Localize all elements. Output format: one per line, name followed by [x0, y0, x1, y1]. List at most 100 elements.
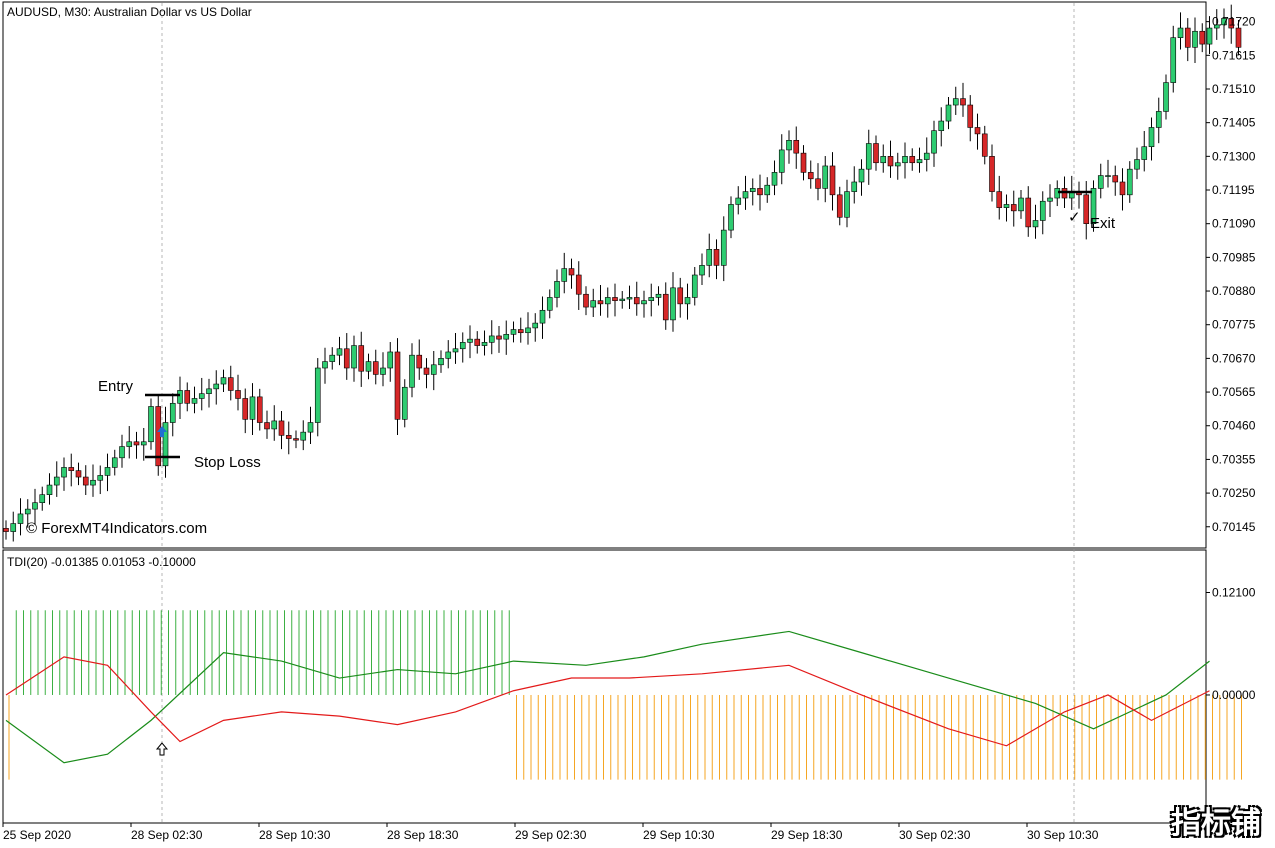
- copyright-text: © ForexMT4Indicators.com: [26, 520, 207, 537]
- bull-candle-body: [1155, 111, 1162, 128]
- bull-candle-body: [503, 334, 510, 340]
- bull-candle-body: [351, 345, 357, 369]
- bear-candle-body: [887, 156, 894, 167]
- bull-candle-body: [206, 388, 212, 394]
- bull-candle-body: [670, 287, 676, 321]
- bull-candle-body: [844, 191, 850, 218]
- bear-candle-body: [1010, 204, 1017, 212]
- bear-candle-body: [285, 435, 292, 439]
- y-tick-label: 0.71615: [1212, 48, 1256, 62]
- bull-candle-body: [401, 386, 408, 420]
- bull-candle-body: [938, 120, 945, 131]
- bull-candle-body: [691, 274, 698, 298]
- bear-candle-body: [1199, 30, 1206, 45]
- bear-candle-body: [793, 140, 800, 154]
- bull-candle-body: [17, 513, 24, 524]
- bear-candle-body: [960, 98, 966, 106]
- bear-candle-body: [815, 178, 821, 189]
- bear-candle-body: [583, 293, 589, 308]
- bull-candle-body: [39, 494, 46, 504]
- bull-candle-body: [945, 104, 952, 122]
- bull-candle-body: [894, 162, 901, 167]
- bear-candle-body: [227, 377, 234, 391]
- bear-candle-body: [133, 441, 140, 446]
- y-tick-label: 0.70250: [1212, 486, 1256, 500]
- bull-candle-body: [952, 98, 959, 106]
- bull-candle-body: [735, 197, 742, 205]
- bear-candle-body: [1184, 27, 1191, 48]
- bull-candle-body: [699, 265, 705, 276]
- bear-candle-body: [358, 345, 365, 372]
- bull-candle-body: [380, 367, 386, 375]
- x-tick-label: 28 Sep 10:30: [259, 828, 331, 842]
- y-tick-label: 0.70880: [1212, 284, 1256, 298]
- bull-candle-body: [539, 309, 546, 324]
- bull-candle-body: [409, 354, 415, 388]
- bull-candle-body: [336, 348, 343, 356]
- bear-candle-body: [996, 191, 1003, 208]
- check-icon: ✓: [1068, 209, 1081, 226]
- bull-candle-body: [1148, 127, 1155, 148]
- bear-candle-body: [293, 438, 299, 441]
- bull-candle-body: [452, 348, 459, 353]
- bull-candle-body: [764, 184, 771, 196]
- x-tick-label: 25 Sep 2020: [3, 828, 71, 842]
- bull-candle-body: [771, 172, 778, 186]
- bull-candle-body: [322, 361, 328, 369]
- bull-candle-body: [931, 130, 937, 154]
- bull-candle-body: [923, 152, 930, 160]
- bull-candle-body: [641, 300, 647, 305]
- stop-loss-label: Stop Loss: [194, 454, 261, 471]
- y-tick-label: 0.71510: [1212, 82, 1256, 96]
- y-tick-label: 0.71300: [1212, 149, 1256, 163]
- bull-candle-body: [97, 475, 104, 481]
- bear-candle-body: [3, 528, 9, 532]
- bull-candle-body: [387, 351, 394, 369]
- bull-candle-body: [271, 420, 278, 430]
- bull-candle-body: [177, 390, 183, 404]
- bear-candle-body: [967, 104, 974, 128]
- y-tick-label: 0.71090: [1212, 217, 1256, 231]
- bull-candle-body: [53, 476, 60, 486]
- bull-candle-body: [546, 297, 553, 311]
- bull-candle-body: [438, 358, 444, 366]
- bear-candle-body: [264, 422, 270, 430]
- x-tick-label: 29 Sep 10:30: [643, 828, 715, 842]
- bull-candle-body: [1105, 175, 1111, 177]
- bear-candle-body: [474, 338, 481, 346]
- bull-candle-body: [684, 297, 691, 305]
- bull-candle-body: [851, 181, 858, 192]
- bull-candle-body: [61, 467, 67, 478]
- bear-candle-body: [677, 287, 684, 305]
- bull-candle-body: [220, 377, 227, 385]
- bull-candle-body: [467, 338, 473, 343]
- bear-candle-body: [597, 300, 604, 305]
- bull-candle-body: [249, 396, 256, 420]
- bear-candle-body: [568, 268, 575, 276]
- bear-candle-body: [633, 297, 640, 305]
- bull-candle-body: [169, 402, 176, 423]
- bull-candle-body: [119, 446, 125, 459]
- bull-candle-body: [329, 354, 336, 362]
- bull-candle-body: [148, 406, 154, 443]
- bull-candle-body: [619, 298, 626, 301]
- bull-candle-body: [706, 249, 713, 266]
- bear-candle-body: [1119, 181, 1126, 196]
- x-tick-label: 30 Sep 10:30: [1027, 828, 1099, 842]
- x-tick-label: 29 Sep 02:30: [515, 828, 587, 842]
- bull-candle-body: [1177, 27, 1184, 38]
- bear-candle-body: [836, 194, 843, 218]
- bull-candle-body: [365, 361, 372, 372]
- x-tick-label: 28 Sep 02:30: [131, 828, 203, 842]
- indicator-y-tick-label: 0.12100: [1212, 585, 1256, 599]
- bear-candle-body: [807, 172, 814, 180]
- x-tick-label: 28 Sep 18:30: [387, 828, 459, 842]
- bear-candle-body: [496, 335, 502, 340]
- bull-candle-body: [459, 342, 466, 350]
- y-tick-label: 0.70670: [1212, 351, 1256, 365]
- bull-candle-body: [742, 191, 749, 199]
- bull-candle-body: [300, 431, 307, 441]
- bull-candle-body: [822, 165, 829, 189]
- y-tick-label: 0.71405: [1212, 116, 1256, 130]
- bull-candle-body: [1039, 200, 1046, 221]
